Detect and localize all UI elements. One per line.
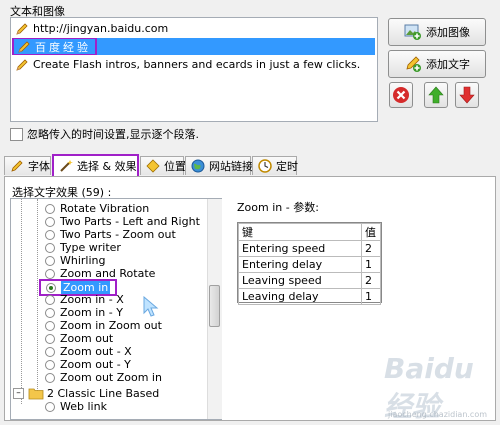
folder-icon: [28, 388, 44, 400]
effect-item[interactable]: Zoom out Zoom in: [45, 371, 162, 384]
move-up-button[interactable]: [424, 82, 448, 108]
radio-icon: [45, 268, 55, 279]
params-grid[interactable]: 键 值 Entering speed 2 Entering delay 1 Le…: [237, 222, 382, 305]
effect-item[interactable]: Two Parts - Left and Right: [45, 215, 200, 228]
effect-item[interactable]: Zoom out - Y: [45, 358, 131, 371]
collapse-icon: –: [13, 388, 24, 399]
magic-wand-icon: [60, 160, 73, 172]
text-list[interactable]: http://jingyan.baidu.com 百度经验 Create Fla…: [10, 17, 378, 122]
params-row[interactable]: Entering speed 2: [238, 240, 381, 257]
pencil-icon: [16, 58, 28, 71]
pencil-icon: [16, 22, 28, 35]
radio-icon: [45, 307, 55, 318]
effect-item[interactable]: Web link: [45, 400, 107, 413]
effect-item[interactable]: Two Parts - Zoom out: [45, 228, 176, 241]
effect-item[interactable]: Zoom in Zoom out: [45, 319, 162, 332]
position-icon: [146, 159, 160, 173]
radio-icon: [45, 216, 55, 227]
move-down-button[interactable]: [455, 82, 479, 108]
effects-scrollbar[interactable]: [207, 199, 222, 419]
params-value-header: 值: [361, 223, 381, 241]
params-row[interactable]: Leaving delay 1: [238, 288, 381, 305]
params-title: Zoom in - 参数:: [237, 201, 319, 214]
globe-icon: [191, 159, 205, 173]
tab-timing[interactable]: 定时: [252, 156, 298, 175]
effect-item[interactable]: Zoom out - X: [45, 345, 132, 358]
radio-icon: [45, 372, 55, 383]
tab-position[interactable]: 位置: [140, 156, 186, 175]
delete-button[interactable]: [389, 82, 413, 108]
arrow-up-icon: [428, 86, 444, 104]
add-text-icon: [406, 56, 421, 72]
params-key-header: 键: [238, 223, 362, 241]
effect-item[interactable]: Rotate Vibration: [45, 202, 149, 215]
pencil-icon: [18, 40, 30, 53]
radio-icon: [45, 203, 55, 214]
radio-icon: [45, 242, 55, 253]
add-image-button[interactable]: 添加图像: [388, 18, 486, 46]
effect-item[interactable]: Type writer: [45, 241, 121, 254]
effect-item[interactable]: Zoom out: [45, 332, 113, 345]
effect-item[interactable]: Zoom in - Y: [45, 306, 123, 319]
delete-icon: [393, 87, 409, 103]
text-list-item[interactable]: http://jingyan.baidu.com: [12, 20, 375, 37]
clock-icon: [258, 159, 272, 173]
effect-item[interactable]: Zoom in - X: [45, 293, 124, 306]
scrollbar-thumb[interactable]: [209, 285, 220, 327]
add-image-icon: [404, 24, 421, 40]
pencil-icon: [11, 160, 23, 172]
radio-icon: [45, 346, 55, 357]
text-list-item[interactable]: Create Flash intros, banners and ecards …: [12, 56, 375, 73]
params-row[interactable]: Leaving speed 2: [238, 272, 381, 289]
watermark-url: jiaocheng.chazidian.com: [388, 410, 488, 419]
tab-font[interactable]: 字体: [4, 156, 51, 175]
params-header-row: 键 值: [238, 223, 381, 241]
radio-icon: [45, 401, 55, 412]
add-text-button[interactable]: 添加文字: [388, 50, 486, 78]
radio-icon: [46, 282, 56, 293]
folder-row[interactable]: – 2 Classic Line Based: [13, 387, 159, 400]
radio-icon: [45, 229, 55, 240]
tab-select-effects[interactable]: 选择 & 效果: [52, 154, 139, 176]
effect-item[interactable]: Whirling: [45, 254, 106, 267]
cursor-icon: [143, 296, 159, 317]
arrow-down-icon: [459, 86, 475, 104]
tab-website-link[interactable]: 网站链接: [185, 156, 253, 175]
radio-icon: [45, 333, 55, 344]
radio-icon: [45, 320, 55, 331]
radio-icon: [45, 255, 55, 266]
radio-icon: [45, 359, 55, 370]
text-list-item-selected[interactable]: 百度经验: [12, 38, 375, 55]
radio-icon: [45, 294, 55, 305]
effects-tree[interactable]: Rotate Vibration Two Parts - Left and Rig…: [10, 198, 222, 420]
checkbox-box[interactable]: [10, 127, 23, 141]
ignore-time-checkbox[interactable]: 忽略传入的时间设置,显示逐个段落.: [10, 126, 199, 142]
params-row[interactable]: Entering delay 1: [238, 256, 381, 273]
